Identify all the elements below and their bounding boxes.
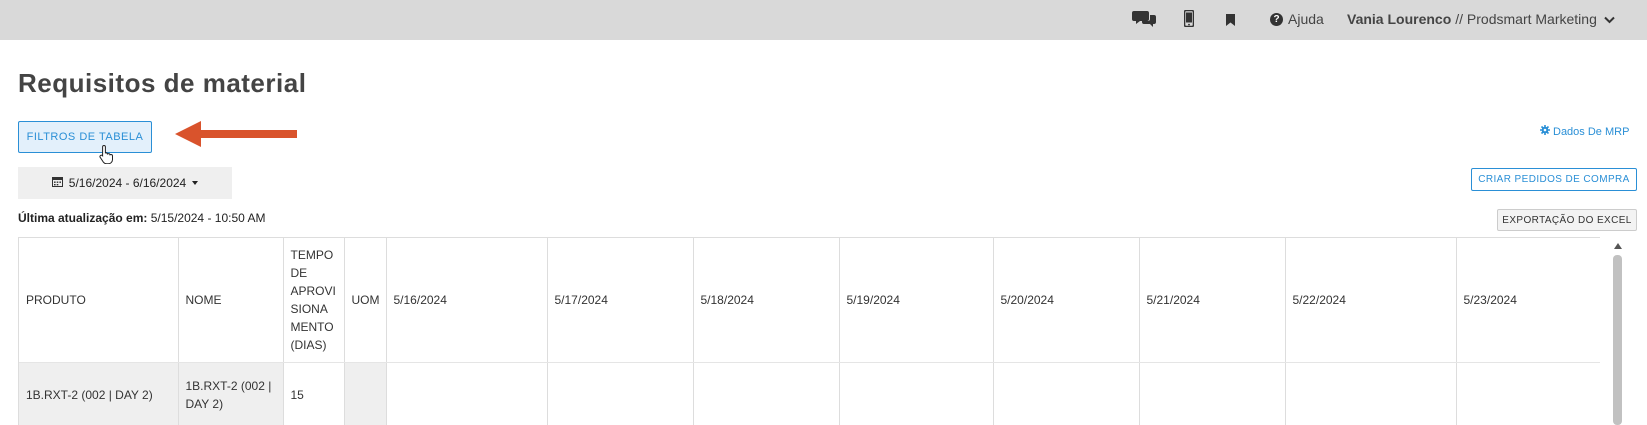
help-link[interactable]: ? Ajuda	[1270, 11, 1324, 27]
header-date[interactable]: 5/21/2024	[1139, 238, 1286, 363]
requirements-table: PRODUTO NOME TEMPO DE APROVI SIONA MENTO…	[18, 237, 1637, 425]
header-date[interactable]: 5/23/2024	[1456, 238, 1610, 363]
cell-date-value	[1139, 362, 1286, 425]
date-range-picker[interactable]: 5/16/2024 - 6/16/2024	[18, 167, 232, 199]
hand-cursor-icon	[99, 144, 115, 169]
mrp-data-label: Dados De MRP	[1553, 125, 1630, 138]
header-date[interactable]: 5/19/2024	[839, 238, 994, 363]
bookmark-icon[interactable]	[1226, 13, 1235, 31]
last-updated-label: Última atualização em:	[18, 211, 148, 225]
cell-date-value	[1285, 362, 1457, 425]
header-date[interactable]: 5/18/2024	[693, 238, 840, 363]
cell-uom	[344, 362, 387, 425]
help-icon: ?	[1270, 12, 1283, 26]
chevron-down-icon	[1604, 11, 1615, 27]
header-date[interactable]: 5/16/2024	[386, 238, 548, 363]
scroll-up-icon[interactable]	[1614, 243, 1622, 249]
user-menu[interactable]: Vania Lourenco // Prodsmart Marketing	[1347, 11, 1615, 27]
top-bar: ? Ajuda Vania Lourenco // Prodsmart Mark…	[0, 0, 1647, 40]
cell-date-value	[993, 362, 1140, 425]
last-updated: Última atualização em: 5/15/2024 - 10:50…	[18, 211, 265, 225]
cell-date-value	[547, 362, 694, 425]
user-name: Vania Lourenco	[1347, 11, 1452, 27]
header-name[interactable]: NOME	[178, 238, 284, 363]
table-row[interactable]: 1B.RXT-2 (002 | DAY 2) 1B.RXT-2 (002 | D…	[19, 362, 1632, 425]
last-updated-value: 5/15/2024 - 10:50 AM	[150, 211, 266, 225]
annotation-arrow-icon	[175, 120, 297, 153]
table-scrollbar[interactable]	[1600, 237, 1637, 425]
chat-icon[interactable]	[1132, 9, 1156, 34]
cell-product: 1B.RXT-2 (002 | DAY 2)	[19, 362, 179, 425]
help-label: Ajuda	[1288, 11, 1324, 27]
excel-export-button[interactable]: EXPORTAÇÃO DO EXCEL	[1497, 209, 1637, 231]
org-label: // Prodsmart Marketing	[1455, 11, 1597, 27]
header-date[interactable]: 5/17/2024	[547, 238, 694, 363]
header-uom[interactable]: UOM	[344, 238, 387, 363]
cell-date-value	[1456, 362, 1610, 425]
cell-name: 1B.RXT-2 (002 | DAY 2)	[178, 362, 284, 425]
header-date[interactable]: 5/20/2024	[993, 238, 1140, 363]
date-range-value: 5/16/2024 - 6/16/2024	[68, 176, 187, 190]
scrollbar-thumb[interactable]	[1613, 255, 1622, 425]
cell-date-value	[693, 362, 840, 425]
cell-lead-time: 15	[283, 362, 345, 425]
mobile-icon[interactable]	[1183, 9, 1195, 32]
cell-date-value	[839, 362, 994, 425]
calendar-icon	[51, 176, 63, 190]
mrp-data-link[interactable]: Dados De MRP	[1540, 125, 1629, 138]
create-purchase-orders-button[interactable]: CRIAR PEDIDOS DE COMPRA	[1471, 168, 1637, 191]
page-title: Requisitos de material	[18, 68, 307, 98]
caret-down-icon	[192, 181, 199, 185]
header-date[interactable]: 5/22/2024	[1285, 238, 1457, 363]
table-filters-button[interactable]: FILTROS DE TABELA	[18, 121, 152, 153]
cell-date-value	[386, 362, 548, 425]
gear-icon	[1540, 125, 1550, 138]
header-product[interactable]: PRODUTO	[19, 238, 179, 363]
header-lead-time[interactable]: TEMPO DE APROVI SIONA MENTO (DIAS)	[283, 238, 345, 363]
table-header-row: PRODUTO NOME TEMPO DE APROVI SIONA MENTO…	[19, 238, 1632, 363]
